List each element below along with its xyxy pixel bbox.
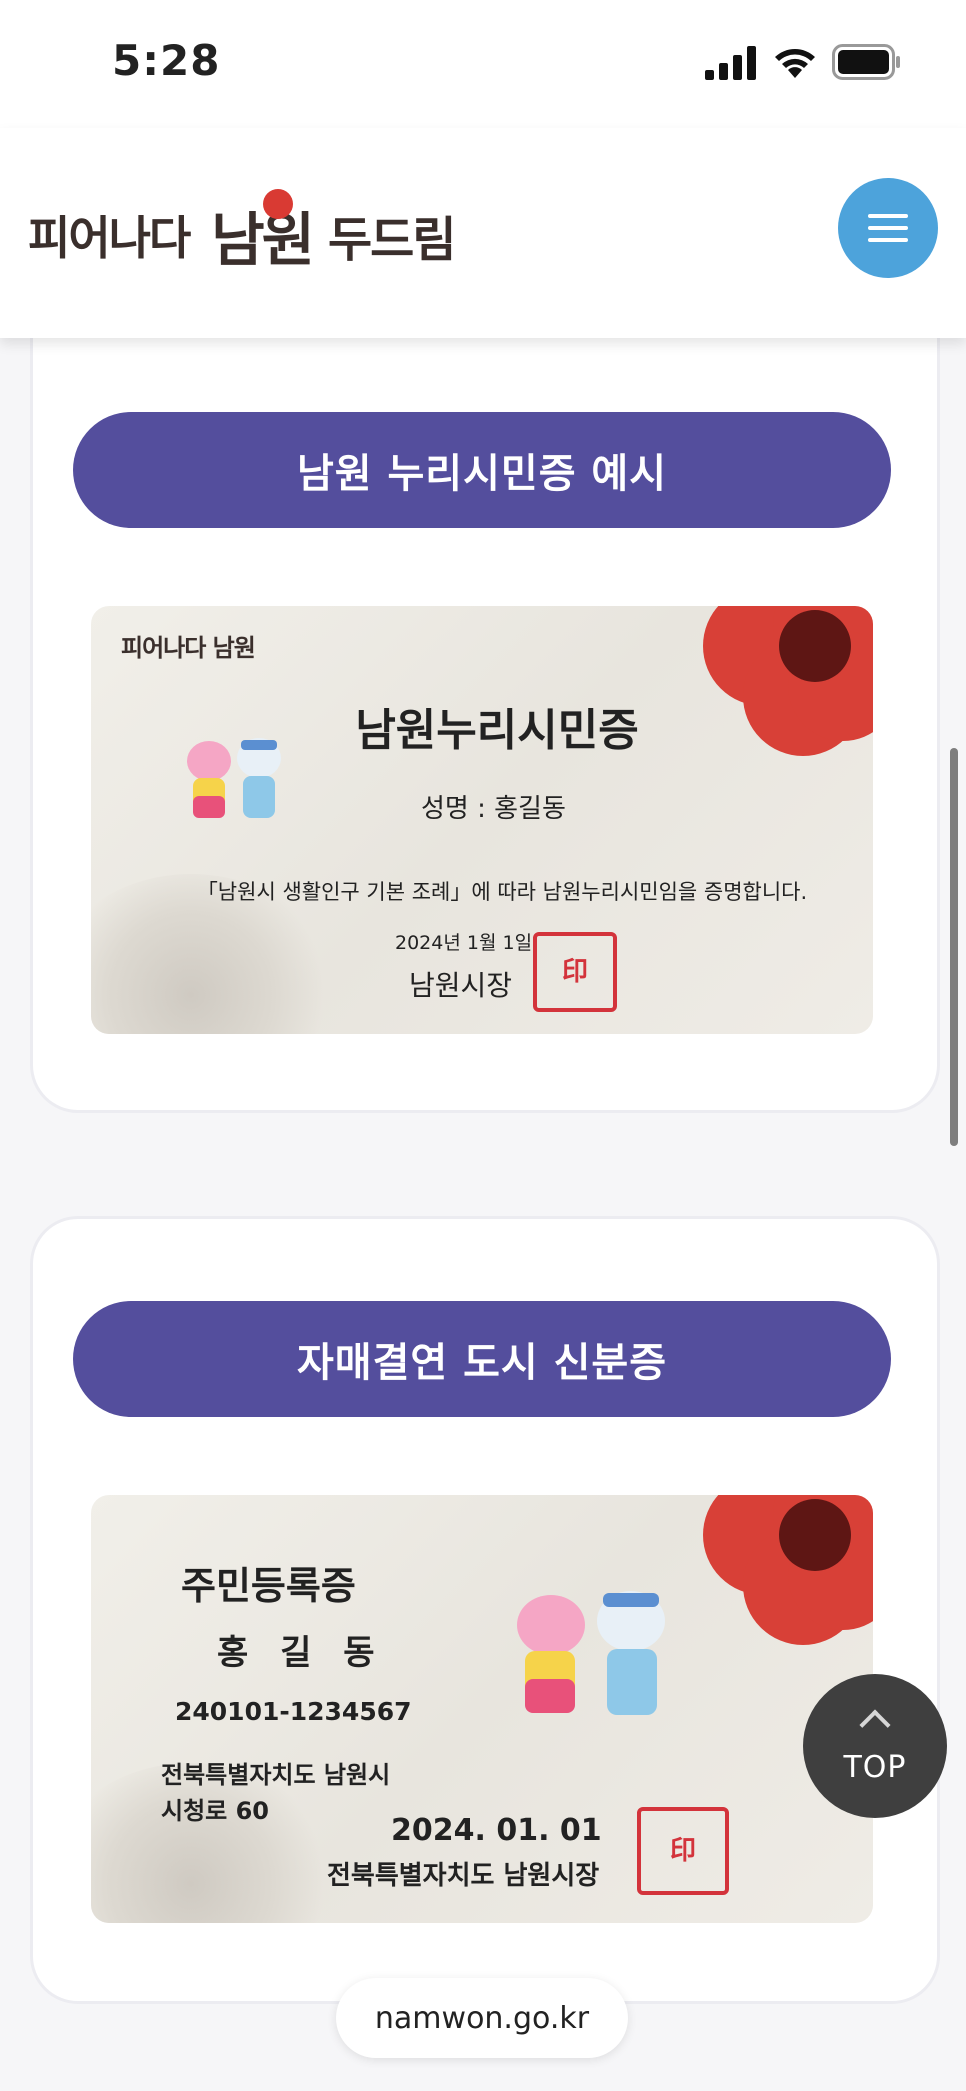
- section-heading-citizen-card: 남원 누리시민증 예시: [73, 412, 891, 528]
- id-card-issuer: 전북특별자치도 남원시장: [327, 1861, 600, 1891]
- citizen-card-image: 피어나다 남원 남원누리시민증 성명 : 홍길동 「남원시 생활인구 기본 조례…: [91, 606, 873, 1034]
- browser-url-bar[interactable]: namwon.go.kr: [336, 1978, 628, 2058]
- status-bar: 5:28: [0, 0, 966, 128]
- card-description: 「남원시 생활인구 기본 조례」에 따라 남원누리시민임을 증명합니다.: [196, 880, 808, 904]
- section-heading-sister-city-id: 자매결연 도시 신분증: [73, 1301, 891, 1417]
- official-seal-stamp: 印: [637, 1807, 729, 1895]
- card-date: 2024년 1월 1일: [395, 932, 533, 954]
- logo-text-2: 남원: [211, 189, 315, 277]
- flower-icon: [703, 1495, 873, 1645]
- site-logo[interactable]: 피어나다 남원 두드림: [28, 189, 457, 280]
- scroll-to-top-button[interactable]: TOP: [803, 1674, 947, 1818]
- hamburger-menu-icon: [868, 214, 908, 218]
- mascot-characters-illustration: [517, 1591, 665, 1715]
- id-card-title: 주민등록증: [181, 1564, 356, 1608]
- card-mini-logo: 피어나다 남원: [121, 634, 256, 662]
- site-header: 피어나다 남원 두드림: [0, 128, 966, 338]
- mascot-characters-illustration: [187, 738, 281, 818]
- status-time: 5:28: [112, 36, 221, 85]
- sister-city-id-section: 자매결연 도시 신분증 주민등록증 홍 길 동 240101-1234567 전…: [30, 1216, 940, 2004]
- chevron-up-icon: [859, 1708, 891, 1741]
- logo-text-1: 피어나다: [28, 211, 191, 265]
- id-card-date: 2024. 01. 01: [391, 1813, 602, 1848]
- cellular-signal-icon: [705, 46, 756, 80]
- logo-text-3: 두드림: [328, 212, 456, 268]
- id-card-number: 240101-1234567: [175, 1697, 412, 1726]
- battery-icon: [832, 44, 900, 80]
- id-card-name: 홍 길 동: [217, 1633, 385, 1673]
- id-card-address-line1: 전북특별자치도 남원시: [161, 1761, 391, 1789]
- wifi-icon: [775, 49, 815, 78]
- official-seal-stamp: 印: [533, 932, 617, 1012]
- id-card-address-line2: 시청로 60: [161, 1797, 269, 1825]
- menu-button[interactable]: [838, 178, 938, 278]
- page-scrollbar[interactable]: [950, 748, 958, 1146]
- citizen-card-section: 남원 누리시민증 예시 피어나다 남원 남원누리시민증 성명 : 홍길동 「남원…: [30, 290, 940, 1113]
- top-button-label: TOP: [843, 1749, 907, 1785]
- card-issuer: 남원시장: [409, 969, 513, 1002]
- card-name: 성명 : 홍길동: [421, 794, 566, 824]
- sister-city-id-card-image: 주민등록증 홍 길 동 240101-1234567 전북특별자치도 남원시 시…: [91, 1495, 873, 1923]
